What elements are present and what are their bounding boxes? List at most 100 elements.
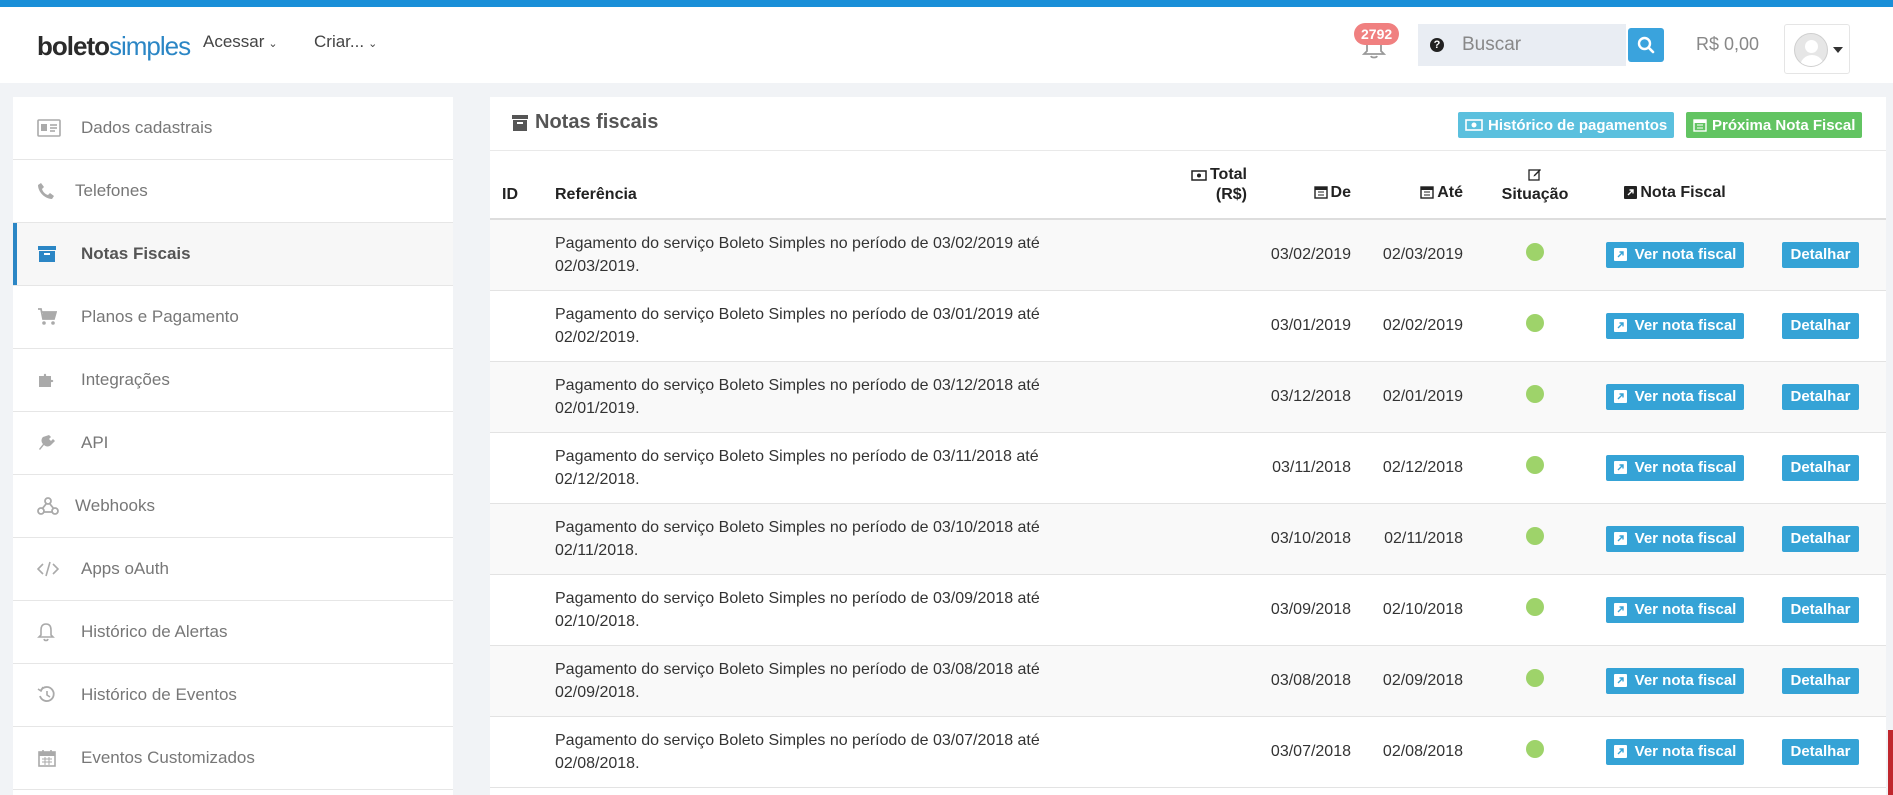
col-header-situacao[interactable]: Situação	[1475, 151, 1595, 220]
sidebar-item-label: Eventos Customizados	[81, 748, 255, 767]
cell-referencia: Pagamento do serviço Boleto Simples no p…	[555, 716, 1135, 788]
referencia-line-2: 02/12/2018.	[555, 470, 640, 488]
acessar-menu[interactable]: Acessar ⌄	[203, 32, 278, 52]
sidebar-item-integracoes[interactable]: Integrações	[13, 349, 453, 412]
view-invoice-button[interactable]: Ver nota fiscal	[1605, 241, 1745, 268]
detail-button[interactable]: Detalhar	[1782, 454, 1859, 481]
cell-total	[1135, 361, 1253, 433]
search-input[interactable]	[1456, 24, 1626, 66]
cell-situacao	[1475, 645, 1595, 717]
cell-total	[1135, 290, 1253, 362]
next-invoice-button[interactable]: Próxima Nota Fiscal	[1686, 112, 1863, 138]
criar-menu[interactable]: Criar... ⌄	[314, 32, 377, 52]
criar-menu-label: Criar...	[314, 32, 365, 51]
detail-button[interactable]: Detalhar	[1782, 596, 1859, 623]
cart-icon	[37, 308, 81, 326]
search-button[interactable]	[1628, 28, 1664, 62]
archive-icon	[37, 245, 81, 263]
detail-button[interactable]: Detalhar	[1782, 241, 1859, 268]
sidebar-item-notas-fiscais[interactable]: Notas Fiscais	[13, 223, 453, 286]
view-invoice-button[interactable]: Ver nota fiscal	[1605, 383, 1745, 410]
page-title: Notas fiscais	[511, 111, 658, 134]
sidebar-item-historico-eventos[interactable]: Histórico de Eventos	[13, 664, 453, 727]
external-link-icon	[1624, 186, 1638, 204]
col-header-ate-label: Até	[1437, 184, 1463, 201]
col-header-total[interactable]: Total (R$)	[1135, 151, 1253, 220]
cell-situacao	[1475, 219, 1595, 291]
edit-icon	[1475, 167, 1595, 186]
col-header-referencia[interactable]: Referência	[555, 151, 1135, 220]
view-invoice-button[interactable]: Ver nota fiscal	[1605, 667, 1745, 694]
cell-ate: 02/02/2019	[1363, 290, 1475, 362]
panel-header: Notas fiscais Histórico de pagamentos Pr…	[490, 97, 1886, 151]
calendar-icon	[1420, 185, 1434, 204]
invoices-table-body: Pagamento do serviço Boleto Simples no p…	[490, 219, 1886, 788]
scrollbar-indicator[interactable]	[1888, 730, 1893, 795]
view-invoice-button[interactable]: Ver nota fiscal	[1605, 312, 1745, 339]
payment-history-label: Histórico de pagamentos	[1488, 116, 1668, 134]
cell-de: 03/08/2018	[1253, 645, 1363, 717]
sidebar-item-label: Webhooks	[75, 496, 156, 515]
sidebar-item-webhooks[interactable]: Webhooks	[13, 475, 453, 538]
col-header-ate[interactable]: Até	[1363, 151, 1475, 220]
payment-history-button[interactable]: Histórico de pagamentos	[1458, 112, 1675, 138]
cell-id	[490, 219, 555, 291]
cell-total	[1135, 574, 1253, 646]
cell-actions: Detalhar	[1755, 716, 1886, 788]
brand-logo[interactable]: boletosimples	[37, 31, 191, 62]
referencia-line-2: 02/11/2018.	[555, 541, 639, 559]
col-header-id[interactable]: ID	[490, 151, 555, 220]
puzzle-icon	[37, 371, 81, 389]
acessar-menu-label: Acessar	[203, 32, 265, 51]
external-link-icon	[1613, 603, 1627, 616]
cell-situacao	[1475, 361, 1595, 433]
cell-total	[1135, 503, 1253, 575]
archive-icon	[512, 114, 528, 131]
sidebar-item-eventos-customizados[interactable]: Eventos Customizados	[13, 727, 453, 790]
sidebar-item-label: Planos e Pagamento	[81, 307, 239, 326]
search-help[interactable]: ?	[1418, 24, 1456, 66]
detail-button[interactable]: Detalhar	[1782, 738, 1859, 765]
cell-id	[490, 503, 555, 575]
top-accent-bar	[0, 0, 1893, 7]
detail-button[interactable]: Detalhar	[1782, 525, 1859, 552]
col-header-nota-fiscal[interactable]: Nota Fiscal	[1595, 151, 1755, 220]
sidebar-item-apps-oauth[interactable]: Apps oAuth	[13, 538, 453, 601]
cell-de: 03/07/2018	[1253, 716, 1363, 788]
account-balance[interactable]: R$ 0,00	[1696, 34, 1759, 55]
detail-button[interactable]: Detalhar	[1782, 312, 1859, 339]
sidebar-item-label: Dados cadastrais	[81, 118, 213, 137]
sidebar-item-label: Notas Fiscais	[81, 244, 191, 263]
detail-button[interactable]: Detalhar	[1782, 667, 1859, 694]
detail-button[interactable]: Detalhar	[1782, 383, 1859, 410]
chevron-down-icon: ⌄	[368, 38, 378, 50]
view-invoice-label: Ver nota fiscal	[1634, 672, 1737, 689]
cell-de: 03/09/2018	[1253, 574, 1363, 646]
user-menu[interactable]	[1784, 24, 1850, 74]
view-invoice-button[interactable]: Ver nota fiscal	[1605, 596, 1745, 623]
view-invoice-label: Ver nota fiscal	[1634, 317, 1737, 334]
phone-icon	[37, 182, 75, 200]
sidebar-item-telefones[interactable]: Telefones	[13, 160, 453, 223]
cell-referencia: Pagamento do serviço Boleto Simples no p…	[555, 645, 1135, 717]
col-header-nota-fiscal-label: Nota Fiscal	[1640, 184, 1726, 201]
view-invoice-button[interactable]: Ver nota fiscal	[1605, 525, 1745, 552]
sidebar-item-dados-cadastrais[interactable]: Dados cadastrais	[13, 97, 453, 160]
table-row: Pagamento do serviço Boleto Simples no p…	[490, 716, 1886, 788]
sidebar-item-historico-alertas[interactable]: Histórico de Alertas	[13, 601, 453, 664]
view-invoice-button[interactable]: Ver nota fiscal	[1605, 454, 1745, 481]
cell-situacao	[1475, 574, 1595, 646]
sidebar-item-label: API	[81, 433, 109, 452]
sidebar-item-planos-pagamento[interactable]: Planos e Pagamento	[13, 286, 453, 349]
view-invoice-button[interactable]: Ver nota fiscal	[1605, 738, 1745, 765]
cell-referencia: Pagamento do serviço Boleto Simples no p…	[555, 361, 1135, 433]
cell-actions: Detalhar	[1755, 503, 1886, 575]
cell-total	[1135, 432, 1253, 504]
cell-id	[490, 361, 555, 433]
sidebar-item-api[interactable]: API	[13, 412, 453, 475]
table-row: Pagamento do serviço Boleto Simples no p…	[490, 574, 1886, 646]
calendar-icon	[1313, 185, 1328, 204]
col-header-de[interactable]: De	[1253, 151, 1363, 220]
table-row: Pagamento do serviço Boleto Simples no p…	[490, 219, 1886, 291]
notifications-count-badge[interactable]: 2792	[1354, 23, 1400, 45]
